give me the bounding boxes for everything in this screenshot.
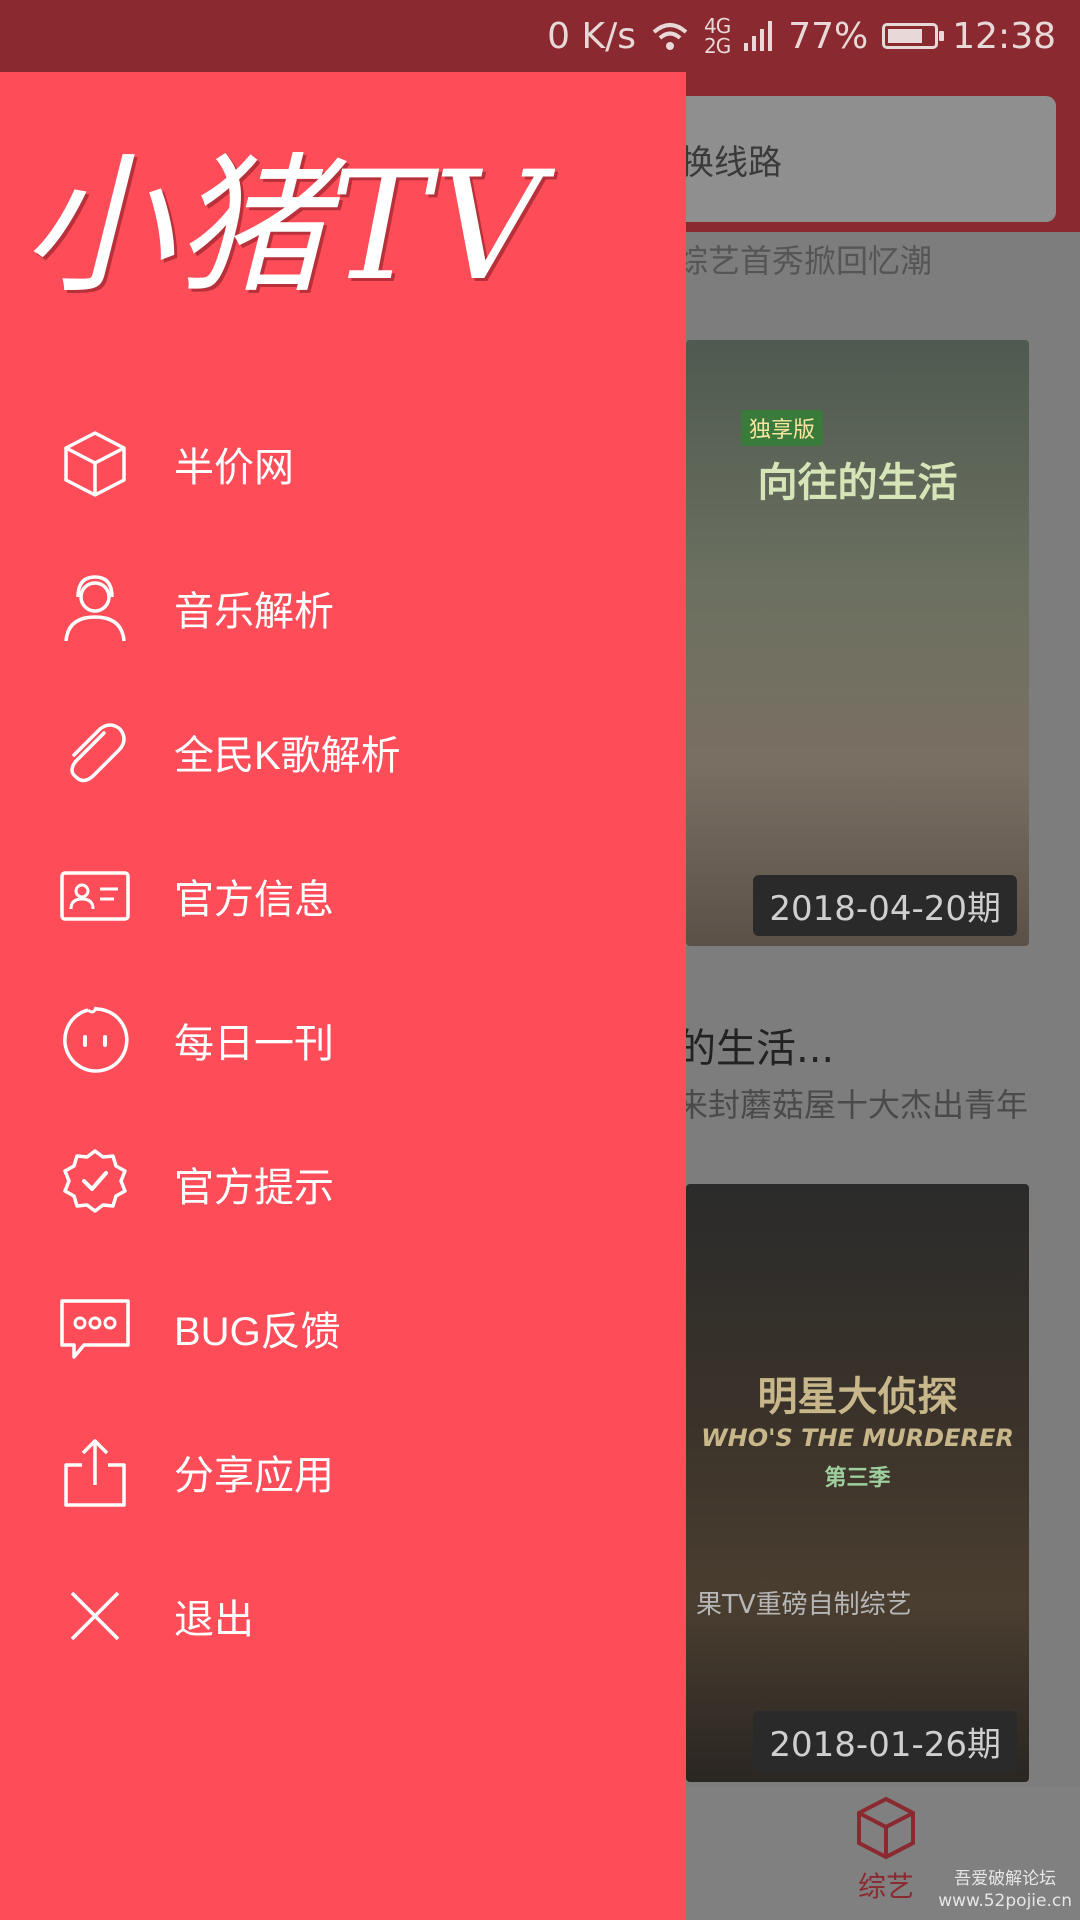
menu-item-label: 官方提示 [174, 1166, 334, 1210]
menu-item-music-parse[interactable]: 音乐解析 [0, 536, 686, 680]
box-icon [64, 431, 126, 497]
poster-subtitle: WHO'S THE MURDERER [701, 1424, 1014, 1452]
switch-line-button[interactable]: 换线路 [640, 96, 1056, 222]
poster-title: 明星大侦探 [757, 1374, 958, 1420]
menu-item-label: 音乐解析 [174, 590, 334, 634]
episode-date: 2018-01-26期 [753, 1711, 1017, 1772]
show-name[interactable]: 的生活... [676, 1016, 834, 1074]
battery-icon [882, 23, 945, 49]
menu-item-label: 半价网 [174, 446, 294, 490]
drawer-menu: 半价网 音乐解析 全民K歌解析 官方信息 每日一刊 官方提示 BUG反馈 分享应… [0, 392, 686, 1688]
battery-percent: 77% [788, 15, 869, 57]
logo-text: 小猪TV [22, 140, 547, 314]
top-caption: 综艺首秀掀回忆潮 [676, 242, 933, 280]
switch-line-label: 换线路 [680, 142, 782, 183]
close-icon [70, 1591, 120, 1641]
menu-item-bug-feedback[interactable]: BUG反馈 [0, 1256, 686, 1400]
headset-user-icon [64, 575, 126, 642]
menu-item-label: 官方信息 [174, 878, 334, 922]
clock: 12:38 [952, 15, 1056, 57]
nav-item-variety[interactable]: 综艺 [846, 1793, 926, 1905]
navigation-drawer: 小猪TV 半价网 音乐解析 全民K歌解析 官方信息 每日一刊 官方提示 BUG反… [0, 72, 686, 1920]
app-logo: 小猪TV [22, 112, 546, 312]
watermark-line1: 吾爱破解论坛 [954, 1869, 1057, 1889]
verified-badge-icon [63, 1149, 127, 1213]
exclusive-badge: 独享版 [741, 410, 824, 446]
net-speed: 0 K/s [547, 15, 636, 57]
box-icon [857, 1796, 915, 1860]
menu-item-label: BUG反馈 [174, 1310, 341, 1354]
share-icon [64, 1439, 126, 1507]
menu-item-half-price[interactable]: 半价网 [0, 392, 686, 536]
poster-season: 第三季 [824, 1466, 891, 1491]
menu-item-label: 分享应用 [174, 1454, 334, 1498]
wifi-icon [652, 23, 688, 50]
nav-item-label: 综艺 [857, 1870, 914, 1903]
watermark-line2: www.52pojie.cn [938, 1891, 1072, 1911]
chat-bubble-icon [60, 1299, 130, 1359]
menu-item-share-app[interactable]: 分享应用 [0, 1400, 686, 1544]
episode-date: 2018-04-20期 [753, 875, 1017, 936]
poster-tagline: 果TV重磅自制综艺 [696, 1590, 912, 1620]
menu-item-kge-parse[interactable]: 全民K歌解析 [0, 680, 686, 824]
menu-item-label: 退出 [174, 1598, 254, 1642]
signal-icon [744, 21, 773, 51]
show-poster[interactable]: 独享版 向往的生活 2018-04-20期 [686, 340, 1029, 946]
menu-item-exit[interactable]: 退出 [0, 1544, 686, 1688]
poster-title: 向往的生活 [757, 460, 958, 506]
menu-item-daily-issue[interactable]: 每日一刊 [0, 968, 686, 1112]
watermark: 吾爱破解论坛 www.52pojie.cn [938, 1868, 1072, 1912]
face-icon [63, 1006, 129, 1073]
menu-item-label: 每日一刊 [174, 1022, 334, 1066]
show-poster[interactable]: 明星大侦探 WHO'S THE MURDERER 第三季 果TV重磅自制综艺 2… [686, 1184, 1029, 1782]
network-type-label: 4G 2G [704, 14, 731, 58]
menu-item-label: 全民K歌解析 [174, 734, 401, 778]
menu-item-official-tips[interactable]: 官方提示 [0, 1112, 686, 1256]
paperclip-icon [70, 723, 126, 783]
menu-item-official-info[interactable]: 官方信息 [0, 824, 686, 968]
status-bar: 0 K/s 4G 2G 77% 12:38 [0, 0, 1080, 72]
show-description: 来封蘑菇屋十大杰出青年 [676, 1086, 1029, 1124]
id-card-icon [60, 871, 130, 921]
